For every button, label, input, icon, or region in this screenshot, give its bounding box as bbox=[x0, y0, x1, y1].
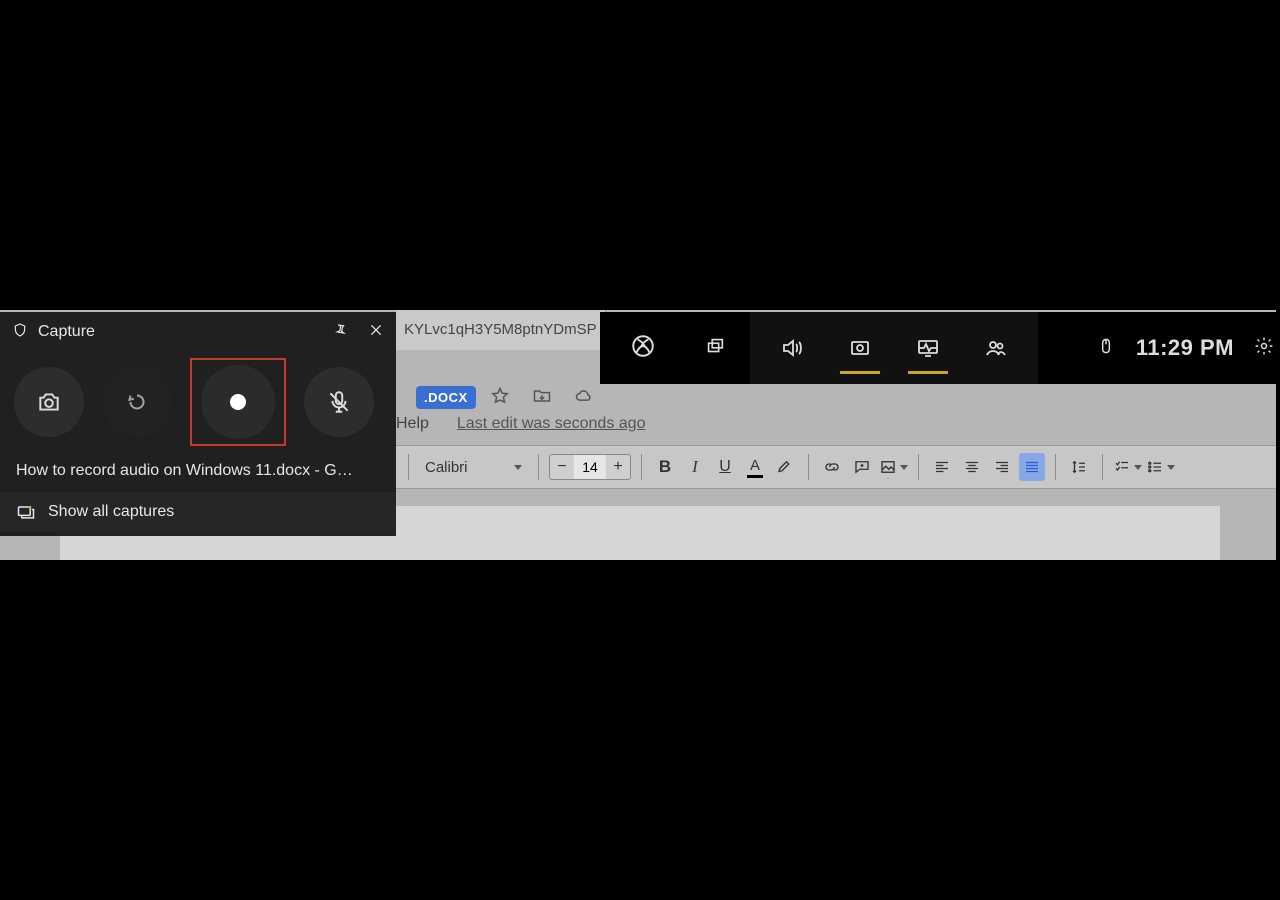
docx-badge: .DOCX bbox=[416, 386, 476, 409]
performance-widget-button[interactable] bbox=[912, 328, 944, 368]
star-icon[interactable] bbox=[490, 386, 510, 409]
record-icon bbox=[230, 394, 246, 410]
pin-button[interactable] bbox=[332, 322, 348, 343]
chevron-down-icon bbox=[1167, 465, 1175, 470]
bold-button[interactable]: B bbox=[652, 453, 678, 481]
chevron-down-icon bbox=[514, 465, 522, 470]
mouse-icon bbox=[1096, 336, 1116, 361]
capture-title: Capture bbox=[38, 323, 322, 341]
align-justify-button[interactable] bbox=[1019, 453, 1045, 481]
font-size-input[interactable] bbox=[574, 455, 606, 479]
xbox-social-widget-button[interactable] bbox=[980, 328, 1012, 368]
widgets-store-icon[interactable] bbox=[704, 335, 726, 362]
audio-widget-button[interactable] bbox=[776, 328, 808, 368]
font-family-select[interactable]: Calibri bbox=[419, 453, 528, 481]
menu-help[interactable]: Help bbox=[396, 415, 429, 433]
game-bar-widget-tray bbox=[750, 312, 1038, 384]
line-spacing-button[interactable] bbox=[1066, 453, 1092, 481]
screenshot-button[interactable] bbox=[14, 367, 84, 437]
show-all-captures-button[interactable]: Show all captures bbox=[0, 492, 396, 532]
insert-image-button[interactable] bbox=[879, 453, 908, 481]
align-right-button[interactable] bbox=[989, 453, 1015, 481]
underline-button[interactable]: U bbox=[712, 453, 738, 481]
show-all-captures-label: Show all captures bbox=[48, 503, 174, 521]
start-recording-button[interactable] bbox=[190, 358, 286, 446]
capture-target-label: How to record audio on Windows 11.docx -… bbox=[0, 458, 396, 492]
chevron-down-icon bbox=[1134, 465, 1142, 470]
insert-comment-button[interactable] bbox=[849, 453, 875, 481]
text-color-button[interactable]: A bbox=[742, 453, 768, 481]
italic-button[interactable]: I bbox=[682, 453, 708, 481]
capture-shield-icon bbox=[12, 322, 28, 343]
font-size-stepper[interactable]: − + bbox=[549, 454, 631, 480]
xbox-game-bar: 11:29 PM bbox=[600, 312, 1280, 384]
settings-button[interactable] bbox=[1254, 336, 1274, 361]
microphone-toggle-button[interactable] bbox=[304, 367, 374, 437]
font-size-decrease-button[interactable]: − bbox=[550, 455, 574, 479]
last-edit-status[interactable]: Last edit was seconds ago bbox=[457, 415, 646, 433]
clock: 11:29 PM bbox=[1136, 335, 1234, 361]
checklist-button[interactable] bbox=[1113, 453, 1142, 481]
xbox-icon[interactable] bbox=[630, 333, 656, 364]
align-left-button[interactable] bbox=[929, 453, 955, 481]
docs-menubar: Help Last edit was seconds ago bbox=[396, 410, 645, 438]
capture-widget: Capture How to record audio on Windows 1… bbox=[0, 312, 396, 536]
record-last-button[interactable] bbox=[102, 367, 172, 437]
align-center-button[interactable] bbox=[959, 453, 985, 481]
highlight-button[interactable] bbox=[772, 453, 798, 481]
cloud-status-icon[interactable] bbox=[574, 386, 594, 409]
close-button[interactable] bbox=[368, 322, 384, 343]
move-to-folder-icon[interactable] bbox=[532, 386, 552, 409]
bulleted-list-button[interactable] bbox=[1146, 453, 1175, 481]
font-name-label: Calibri bbox=[425, 459, 505, 476]
chevron-down-icon bbox=[900, 465, 908, 470]
docs-toolbar: Calibri − + B I U A bbox=[396, 445, 1276, 489]
insert-link-button[interactable] bbox=[819, 453, 845, 481]
font-size-increase-button[interactable]: + bbox=[606, 455, 630, 479]
browser-url-fragment: KYLvc1qH3Y5M8ptnYDmSP bbox=[396, 310, 606, 350]
capture-widget-button[interactable] bbox=[844, 328, 876, 368]
